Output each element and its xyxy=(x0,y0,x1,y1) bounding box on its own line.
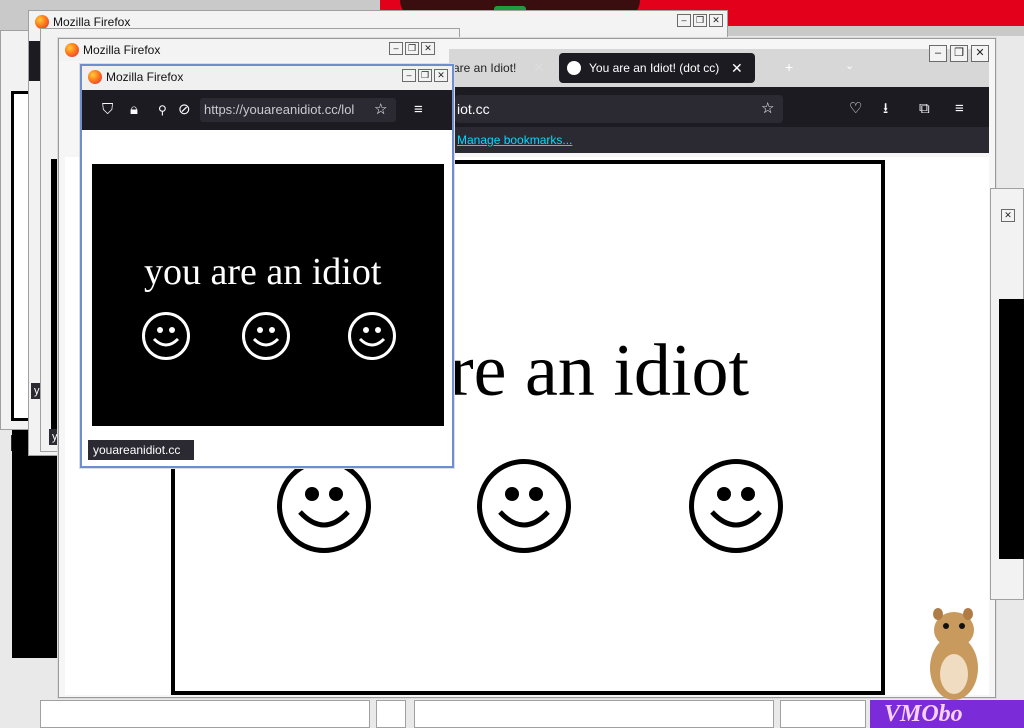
restore-button[interactable]: ❒ xyxy=(950,45,968,62)
tab-close-icon[interactable]: ✕ xyxy=(731,53,743,83)
tracking-blocked-icon[interactable]: ⊘ xyxy=(178,100,191,120)
page-heading: re an idiot xyxy=(449,330,750,412)
restore-button[interactable]: ❒ xyxy=(405,42,419,55)
firefox-icon xyxy=(88,70,102,84)
page-black-stage: you are an idiot xyxy=(92,164,444,426)
menu-hamburger-icon[interactable]: ≡ xyxy=(955,99,964,119)
background-window-bottom xyxy=(414,700,774,728)
background-window-bottom xyxy=(780,700,866,728)
close-button[interactable]: ✕ xyxy=(971,45,989,62)
tab-strip: are an Idiot! ✕ You are an Idiot! (dot c… xyxy=(449,49,989,87)
minimize-button[interactable]: – xyxy=(677,14,691,27)
url-bar[interactable]: iot.cc xyxy=(455,95,783,123)
background-window-bottom xyxy=(40,700,370,728)
page-heading: you are an idiot xyxy=(144,251,382,293)
restore-button[interactable]: ❒ xyxy=(693,14,707,27)
window-titlebar[interactable]: Mozilla Firefox – ❒ ✕ xyxy=(82,66,452,88)
lock-icon[interactable]: 🔒︎ xyxy=(130,100,138,120)
manage-bookmarks-link[interactable]: Manage bookmarks... xyxy=(457,133,572,147)
restore-button[interactable]: ❒ xyxy=(418,69,432,82)
close-button[interactable]: ✕ xyxy=(709,14,723,27)
new-tab-icon[interactable]: + xyxy=(785,59,793,75)
close-button[interactable]: ✕ xyxy=(434,69,448,82)
smiley-icon xyxy=(142,312,190,360)
status-url-tooltip: youareanidiot.cc xyxy=(88,440,194,460)
tab-title: are an Idiot! xyxy=(453,61,517,75)
permissions-icon[interactable]: ⚲ xyxy=(158,100,167,120)
smiley-icon xyxy=(242,312,290,360)
smiley-icon xyxy=(477,459,571,553)
smiley-favicon-icon xyxy=(567,61,581,75)
window-title: Mozilla Firefox xyxy=(83,43,161,57)
close-button[interactable]: ✕ xyxy=(1001,209,1015,222)
bookmark-star-icon[interactable]: ☆ xyxy=(761,99,774,119)
close-button[interactable]: ✕ xyxy=(421,42,435,55)
smiley-icon xyxy=(348,312,396,360)
tab-close-icon[interactable]: ✕ xyxy=(533,59,545,76)
smiley-icon xyxy=(277,459,371,553)
tab-title: You are an Idiot! (dot cc) xyxy=(589,61,720,75)
background-black-panel xyxy=(999,299,1024,559)
navigation-toolbar: ⛉ 🔒︎ ⚲ ⊘ https://youareanidiot.cc/lol ☆ … xyxy=(82,90,452,130)
minimize-button[interactable]: – xyxy=(929,45,947,62)
downloads-icon[interactable]: ⭳ xyxy=(883,99,888,119)
window-titlebar[interactable]: Mozilla Firefox – ❒ ✕ xyxy=(59,39,439,61)
minimize-button[interactable]: – xyxy=(389,42,403,55)
tab-active[interactable]: You are an Idiot! (dot cc) ✕ xyxy=(559,53,755,83)
pocket-icon[interactable]: ♡ xyxy=(849,99,862,119)
list-tabs-chevron-down-icon[interactable]: ⌄ xyxy=(845,59,854,72)
shield-icon[interactable]: ⛉ xyxy=(102,100,113,120)
firefox-icon xyxy=(35,15,49,29)
background-window-right[interactable]: ✕ xyxy=(990,188,1024,600)
smiley-icon xyxy=(689,459,783,553)
dancing-hamster-image xyxy=(930,608,978,700)
window-title: Mozilla Firefox xyxy=(53,15,131,29)
bookmark-star-icon[interactable]: ☆ xyxy=(374,100,387,120)
firefox-icon xyxy=(65,43,79,57)
overlay-banner-text: VMObo xyxy=(870,700,1024,728)
background-black-panel xyxy=(12,430,58,658)
extensions-icon[interactable]: ⧉ xyxy=(919,99,930,119)
minimize-button[interactable]: – xyxy=(402,69,416,82)
window-title: Mozilla Firefox xyxy=(106,70,184,84)
menu-hamburger-icon[interactable]: ≡ xyxy=(414,100,423,120)
url-bar[interactable]: https://youareanidiot.cc/lol xyxy=(200,98,396,122)
background-window-bottom xyxy=(376,700,406,728)
popup-browser-window[interactable]: Mozilla Firefox – ❒ ✕ ⛉ 🔒︎ ⚲ ⊘ https://y… xyxy=(80,64,454,468)
